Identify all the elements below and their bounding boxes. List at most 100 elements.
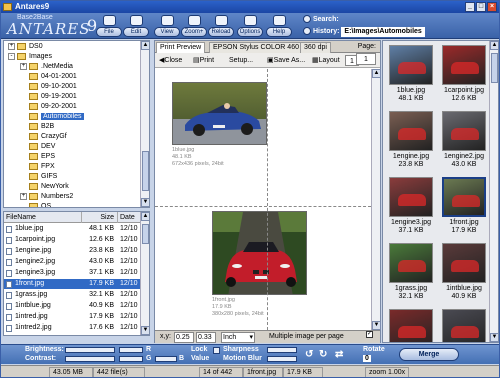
thumb-scroll-thumb[interactable] (491, 53, 498, 83)
tree-folder[interactable]: CrazyGf (20, 132, 67, 142)
flip-icon[interactable]: ⇄ (335, 349, 343, 360)
maximize-button[interactable]: □ (476, 2, 486, 12)
tab-printer[interactable]: EPSON Stylus COLOR 460 (209, 42, 303, 53)
file-row[interactable]: 1carpoint.jpg 12.6 KB 12/10 (4, 235, 142, 245)
file-row[interactable]: 1intred2.jpg 17.6 KB 12/10 (4, 323, 142, 333)
toolbar-edit-button[interactable]: Edit (123, 14, 149, 38)
toolbar-file-button[interactable]: File (96, 14, 122, 38)
thumbnail[interactable]: 1front.jpg 17.9 KB (439, 175, 489, 237)
file-list[interactable]: FileName Size Date 1blue.jpg 48.1 KB 12/10… (3, 211, 150, 336)
tree-folder[interactable]: 09-19-2001 (20, 92, 77, 102)
thumbnail-image[interactable] (389, 45, 433, 85)
y-field[interactable]: 0.33 (196, 332, 216, 343)
tree-scrollbar[interactable]: ▲ ▼ (140, 41, 149, 207)
close-preview-button[interactable]: ◀Close (157, 55, 184, 66)
search-label[interactable]: Search: (303, 15, 339, 23)
file-row[interactable]: 1intblue.jpg 40.9 KB 12/10 (4, 301, 142, 311)
tree-folder[interactable]: + .NetMedia (20, 62, 73, 72)
thumbnail-image[interactable] (389, 243, 433, 283)
expand-toggle-icon[interactable]: + (20, 62, 27, 70)
tree-folder[interactable]: DEV (20, 142, 55, 152)
thumbnail-image[interactable] (442, 111, 486, 151)
thumb-scroll-down[interactable]: ▼ (490, 333, 498, 342)
tree-folder[interactable]: EPS (20, 152, 55, 162)
tree-folder[interactable]: OS (20, 202, 51, 207)
x-field[interactable]: 0.25 (174, 332, 194, 343)
thumbnail[interactable]: 1intblue.jpg 40.9 KB (439, 241, 489, 303)
layout-button[interactable]: ▦Layout (310, 55, 342, 66)
thumbnail[interactable]: 1carpoint.jpg 12.6 KB (439, 43, 489, 105)
motion-blur-slider[interactable] (267, 356, 297, 362)
thumbnail-image[interactable] (442, 309, 486, 342)
thumbnail-image[interactable] (389, 177, 433, 217)
column-filename[interactable]: FileName (4, 212, 82, 223)
thumbnail[interactable]: 1engine.jpg 23.8 KB (386, 109, 436, 171)
toolbar-zoom-button[interactable]: Zoom+ (181, 14, 207, 38)
toolbar-options-button[interactable]: Options (237, 14, 263, 38)
toolbar-help-button[interactable]: Help (266, 14, 292, 38)
contrast-slider[interactable] (65, 356, 115, 362)
brightness-slider[interactable] (65, 347, 115, 353)
rotate-left-icon[interactable]: ↺ (305, 349, 313, 360)
sharpness-slider[interactable] (267, 347, 297, 353)
history-path[interactable]: E:\Images\Automobiles (341, 27, 425, 37)
expand-toggle-icon[interactable]: + (20, 192, 27, 200)
merge-button[interactable]: Merge (399, 348, 459, 361)
thumbnail[interactable]: 1grass.jpg 32.1 KB (386, 241, 436, 303)
preview-image-1front[interactable] (212, 211, 307, 295)
expand-toggle-icon[interactable]: + (8, 42, 15, 50)
tree-folder[interactable]: FPX (20, 162, 55, 172)
file-row[interactable]: 1intred.jpg 17.9 KB 12/10 (4, 312, 142, 322)
thumbnail-image[interactable] (389, 111, 433, 151)
blue-slider[interactable] (155, 356, 177, 362)
file-row[interactable]: 1grass.jpg 32.1 KB 12/10 (4, 290, 142, 300)
thumbnail[interactable] (439, 307, 489, 342)
setup-button[interactable]: Setup... (227, 55, 255, 66)
save-as-button[interactable]: ▣Save As... (265, 55, 307, 66)
scroll-thumb[interactable] (142, 151, 149, 191)
file-row[interactable]: 1engine.jpg 23.8 KB 12/10 (4, 246, 142, 256)
tree-folder[interactable]: GIFS (20, 172, 57, 182)
preview-scroll-down[interactable]: ▼ (372, 321, 381, 330)
thumbnail[interactable]: 1blue.jpg 48.1 KB (386, 43, 436, 105)
tree-folder[interactable]: 04-01-2001 (20, 72, 77, 82)
tree-folder[interactable]: + DS0 (8, 42, 43, 52)
preview-image-1blue[interactable] (172, 82, 267, 145)
thumbnail[interactable] (386, 307, 436, 342)
red-slider[interactable] (119, 347, 143, 353)
close-button[interactable]: × (487, 2, 497, 12)
tree-folder[interactable]: - Images (8, 52, 52, 62)
tab-dpi[interactable]: 360 dpi (300, 42, 331, 53)
history-bar[interactable]: History: E:\Images\Automobiles (303, 27, 495, 37)
file-row[interactable]: 1blue.jpg 48.1 KB 12/10 (4, 224, 142, 234)
page-number-field[interactable]: 1 (356, 53, 376, 65)
column-date[interactable]: Date (118, 212, 142, 223)
toolbar-reload-button[interactable]: Reload (208, 14, 234, 38)
unit-select[interactable]: Inch ▾ (221, 332, 255, 343)
scroll-up-arrow[interactable]: ▲ (141, 41, 149, 50)
minimize-button[interactable]: _ (465, 2, 475, 12)
toolbar-view-button[interactable]: View (154, 14, 180, 38)
thumbnail-panel[interactable]: 1blue.jpg 48.1 KB 1carpoint.jpg 12.6 KB 1eng… (382, 40, 499, 343)
multi-image-checkbox[interactable]: ✓ (366, 331, 373, 338)
preview-scroll-thumb[interactable] (372, 69, 380, 129)
preview-canvas[interactable]: 1blue.jpg 48.1 KB 672x436 pixels, 24bit (155, 69, 371, 330)
preview-scroll-up[interactable]: ▲ (372, 69, 381, 78)
thumb-scroll-up[interactable]: ▲ (490, 41, 498, 50)
tree-folder[interactable]: NewYork (20, 182, 69, 192)
folder-tree[interactable]: + DS0- Images + .NetMedia 04-01-2001 09-10-200… (3, 40, 150, 208)
tree-folder[interactable]: 09-10-2001 (20, 82, 77, 92)
thumbnail-image[interactable] (442, 243, 486, 283)
file-row[interactable]: 1front.jpg 17.9 KB 12/10 (4, 279, 142, 289)
thumbnail[interactable]: 1engine3.jpg 37.1 KB (386, 175, 436, 237)
file-row[interactable]: 1engine2.jpg 43.0 KB 12/10 (4, 257, 142, 267)
thumbnail-image[interactable] (389, 309, 433, 342)
rotate-value[interactable]: 0 (363, 355, 371, 362)
file-scroll-down[interactable]: ▼ (141, 326, 149, 335)
tree-folder[interactable]: Automobiles (20, 112, 84, 122)
tree-folder[interactable]: B2B (20, 122, 54, 132)
tree-folder[interactable]: + Numbers2 (20, 192, 73, 202)
file-row[interactable]: 1engine3.jpg 37.1 KB 12/10 (4, 268, 142, 278)
file-scrollbar[interactable]: ▲ ▼ (140, 212, 149, 335)
scroll-down-arrow[interactable]: ▼ (141, 198, 149, 207)
